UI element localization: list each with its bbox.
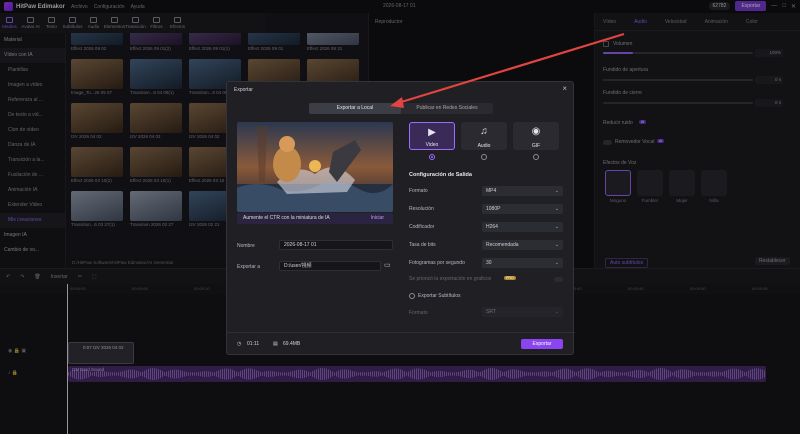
app-window: HitPaw Edimakor Archivo Configuración Ay…: [0, 0, 800, 434]
annotation-arrow: [390, 32, 625, 108]
